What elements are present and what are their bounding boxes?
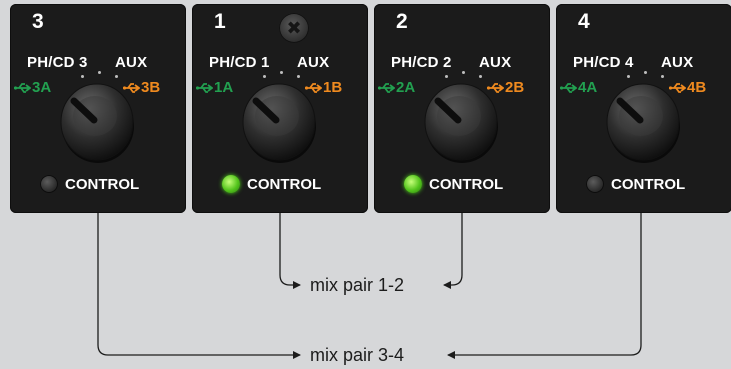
connector-4-to-pair <box>447 213 642 359</box>
mix-pair-connectors <box>97 213 642 359</box>
connector-2-to-pair <box>443 213 463 289</box>
connector-1-to-pair <box>279 213 301 289</box>
mix-pair-3-4-label: mix pair 3-4 <box>310 345 405 365</box>
mix-pair-1-2-label: mix pair 1-2 <box>310 275 405 295</box>
connector-3-to-pair <box>97 213 301 359</box>
